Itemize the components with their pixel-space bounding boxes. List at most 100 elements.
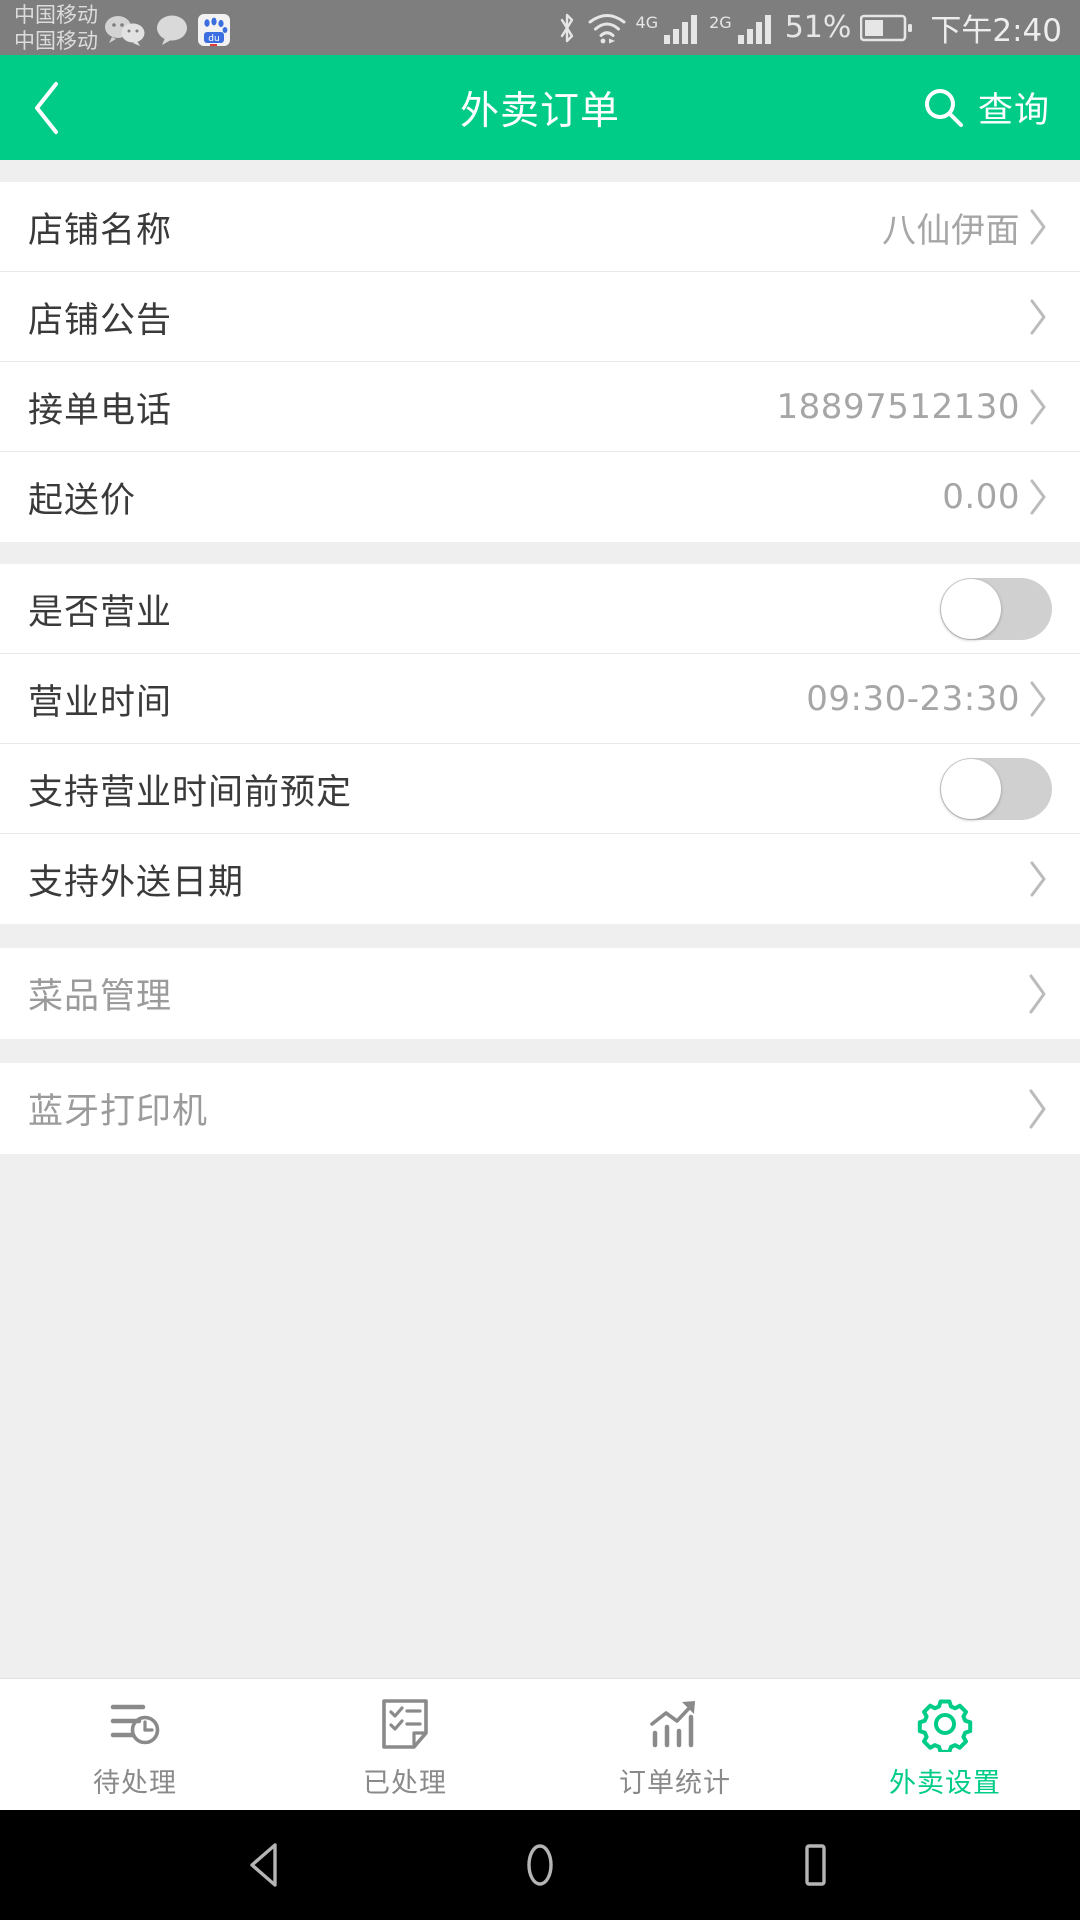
tab-label: 待处理	[93, 1767, 177, 1799]
row-right: 0.00	[942, 474, 1052, 520]
tab-label: 外卖设置	[889, 1767, 1001, 1799]
gear-icon	[917, 1696, 973, 1752]
tab-label: 订单统计	[619, 1767, 731, 1799]
svg-text:du: du	[208, 34, 219, 44]
carrier-labels: 中国移动 中国移动	[14, 2, 98, 54]
battery-icon	[860, 14, 913, 41]
shop-info-section: 店铺名称 八仙伊面 店铺公告 接单电话 18897512130 起送价 0.00	[0, 182, 1080, 542]
toggle-knob	[941, 579, 1001, 639]
row-right: 09:30-23:30	[806, 676, 1052, 722]
battery-percent: 51%	[784, 10, 852, 45]
row-value: 八仙伊面	[882, 210, 1020, 251]
phone-screen: 中国移动 中国移动 du 4G 2G 51% 下午2:40 外卖订单 查询 店铺…	[0, 0, 1080, 1920]
row-right	[1020, 294, 1052, 340]
bottom-tab-bar: 待处理 已处理 订单统计 外卖设置	[0, 1678, 1080, 1810]
pending-list-clock-icon	[106, 1696, 164, 1752]
is-open-toggle[interactable]	[940, 578, 1052, 640]
signal-bars-2g-icon	[737, 14, 771, 44]
row-value: 09:30-23:30	[806, 679, 1020, 719]
signal-2g-label: 2G	[709, 13, 732, 32]
app-header: 外卖订单 查询	[0, 55, 1080, 160]
android-recents-button[interactable]	[775, 1825, 855, 1905]
row-is-open[interactable]: 是否营业	[0, 564, 1080, 654]
row-preorder-support[interactable]: 支持营业时间前预定	[0, 744, 1080, 834]
row-label: 蓝牙打印机	[28, 1092, 209, 1132]
section-gap	[0, 1039, 1080, 1063]
content-filler	[0, 1154, 1080, 1678]
bar-chart-arrow-icon	[646, 1696, 704, 1752]
tab-pending[interactable]: 待处理	[0, 1679, 270, 1810]
android-home-icon	[527, 1844, 553, 1886]
settings-content: 店铺名称 八仙伊面 店铺公告 接单电话 18897512130 起送价 0.00…	[0, 160, 1080, 1678]
status-clock: 下午2:40	[930, 13, 1062, 49]
row-right: 八仙伊面	[882, 203, 1052, 252]
dish-management-section: 菜品管理	[0, 948, 1080, 1039]
section-gap	[0, 542, 1080, 564]
row-label: 支持外送日期	[28, 862, 245, 903]
back-button[interactable]	[30, 73, 94, 143]
row-right	[1020, 856, 1052, 902]
row-label: 菜品管理	[28, 977, 173, 1017]
status-right-icons: 4G 2G 51% 下午2:40	[556, 5, 1062, 50]
row-dish-management[interactable]: 菜品管理	[0, 948, 1080, 1039]
chevron-left-icon	[35, 81, 58, 134]
status-bar: 中国移动 中国移动 du 4G 2G 51% 下午2:40	[0, 0, 1080, 55]
bluetooth-icon	[560, 13, 573, 42]
row-business-hours[interactable]: 营业时间 09:30-23:30	[0, 654, 1080, 744]
business-hours-section: 是否营业 营业时间 09:30-23:30 支持营业时间前预定 支持外送日期	[0, 564, 1080, 924]
row-right	[1024, 1086, 1052, 1132]
android-navigation-bar	[0, 1810, 1080, 1920]
row-shop-name[interactable]: 店铺名称 八仙伊面	[0, 182, 1080, 272]
checklist-document-icon	[379, 1696, 431, 1752]
chevron-right-icon	[1024, 971, 1052, 1017]
row-minimum-price[interactable]: 起送价 0.00	[0, 452, 1080, 542]
row-right: 18897512130	[777, 384, 1052, 430]
tab-processed[interactable]: 已处理	[270, 1679, 540, 1810]
signal-bars-4g-icon	[664, 14, 698, 44]
android-home-button[interactable]	[500, 1825, 580, 1905]
row-label: 营业时间	[28, 682, 173, 723]
row-right	[1024, 971, 1052, 1017]
row-order-phone[interactable]: 接单电话 18897512130	[0, 362, 1080, 452]
chevron-right-icon	[1024, 1086, 1052, 1132]
row-label: 店铺名称	[28, 210, 173, 251]
message-icon	[157, 15, 187, 45]
wifi-icon	[588, 13, 626, 43]
section-gap	[0, 924, 1080, 948]
row-value: 0.00	[942, 477, 1020, 517]
page-title: 外卖订单	[459, 88, 620, 134]
android-back-button[interactable]	[225, 1825, 305, 1905]
signal-4g-label: 4G	[635, 13, 659, 32]
baidu-icon: du	[198, 13, 230, 46]
chevron-right-icon	[1024, 384, 1052, 430]
tab-takeout-settings[interactable]: 外卖设置	[810, 1679, 1080, 1810]
toggle-knob	[941, 759, 1001, 819]
chevron-right-icon	[1024, 474, 1052, 520]
row-label: 起送价	[28, 480, 137, 521]
status-app-icons: du	[104, 13, 230, 46]
row-shop-notice[interactable]: 店铺公告	[0, 272, 1080, 362]
chevron-right-icon	[1024, 204, 1052, 250]
chevron-right-icon	[1024, 676, 1052, 722]
preorder-toggle[interactable]	[940, 758, 1052, 820]
search-icon	[924, 88, 963, 127]
android-recents-icon	[805, 1844, 826, 1886]
row-label: 店铺公告	[28, 300, 173, 341]
row-delivery-dates[interactable]: 支持外送日期	[0, 834, 1080, 924]
row-value: 18897512130	[776, 387, 1020, 427]
android-back-icon	[250, 1843, 277, 1887]
carrier-line-1: 中国移动	[14, 2, 98, 27]
tab-order-stats[interactable]: 订单统计	[540, 1679, 810, 1810]
search-label: 查询	[977, 91, 1050, 131]
row-label: 接单电话	[28, 390, 173, 431]
section-gap	[0, 160, 1080, 182]
row-label: 支持营业时间前预定	[28, 772, 353, 813]
chevron-right-icon	[1024, 856, 1052, 902]
carrier-line-2: 中国移动	[14, 28, 98, 53]
bluetooth-printer-section: 蓝牙打印机	[0, 1063, 1080, 1154]
row-bluetooth-printer[interactable]: 蓝牙打印机	[0, 1063, 1080, 1154]
chevron-right-icon	[1024, 294, 1052, 340]
row-label: 是否营业	[28, 592, 173, 633]
search-button[interactable]: 查询	[922, 82, 1050, 133]
tab-label: 已处理	[363, 1767, 447, 1799]
